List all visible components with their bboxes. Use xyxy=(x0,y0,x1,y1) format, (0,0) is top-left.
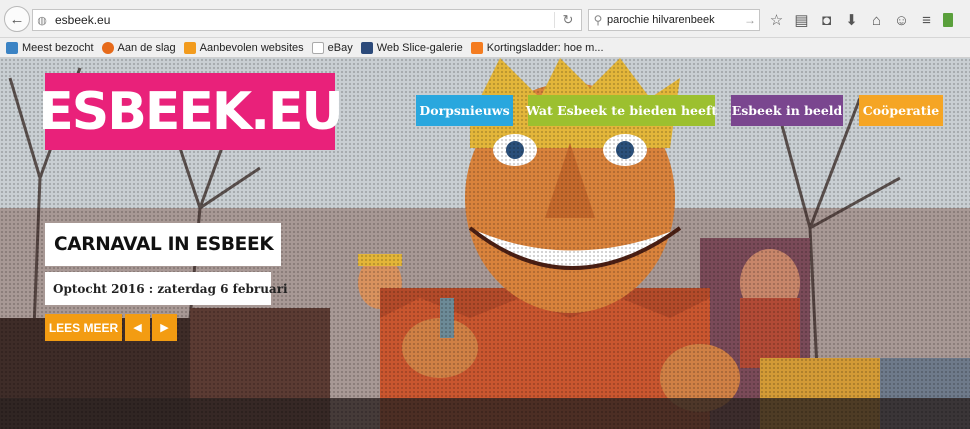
bookmark-item[interactable]: Aanbevolen websites xyxy=(183,41,304,54)
bookmark-label: eBay xyxy=(327,41,353,54)
url-text[interactable]: esbeek.eu xyxy=(51,13,554,27)
reading-list-icon[interactable]: ▤ xyxy=(789,11,814,29)
bookmark-item[interactable]: Web Slice-galerie xyxy=(360,41,463,54)
bookmark-item[interactable]: Kortingsladder: hoe m... xyxy=(470,41,604,54)
logo-text: ESBEEK.EU xyxy=(38,81,343,142)
toolbar-icons: ☆ ▤ ◘ ⬇ ⌂ ☺ ≡ xyxy=(764,9,953,31)
page-icon xyxy=(311,41,324,54)
bookmark-icon xyxy=(470,41,483,54)
url-bar[interactable]: ◍ esbeek.eu ↻ xyxy=(32,9,582,31)
next-slide-button[interactable]: ▶ xyxy=(152,314,177,341)
web-slice-icon xyxy=(360,41,373,54)
nav-esbeek-in-beeld[interactable]: Esbeek in beeld xyxy=(731,95,843,126)
chevron-right-icon: ▶ xyxy=(160,322,169,334)
back-arrow-icon[interactable]: ← xyxy=(4,6,30,32)
slide-title: CARNAVAL IN ESBEEK xyxy=(54,234,274,255)
bookmark-item[interactable]: eBay xyxy=(311,41,353,54)
bookmark-label: Web Slice-galerie xyxy=(376,41,463,54)
slide-title-box: CARNAVAL IN ESBEEK xyxy=(45,223,281,266)
bookmark-label: Aanbevolen websites xyxy=(199,41,304,54)
search-icon: ⚲ xyxy=(593,13,603,27)
search-input[interactable]: parochie hilvarenbeek xyxy=(607,14,741,26)
home-icon[interactable]: ⌂ xyxy=(864,12,889,29)
bookmark-label: Meest bezocht xyxy=(22,41,94,54)
star-icon[interactable]: ☆ xyxy=(764,11,789,29)
bookmark-label: Kortingsladder: hoe m... xyxy=(486,41,604,54)
bookmark-item[interactable]: Aan de slag xyxy=(101,41,176,54)
read-more-button[interactable]: LEES MEER xyxy=(45,314,122,341)
bookmark-item[interactable]: Meest bezocht xyxy=(6,41,94,54)
search-bar[interactable]: ⚲ parochie hilvarenbeek → xyxy=(588,9,760,31)
bookmark-icon xyxy=(183,41,196,54)
extension-icon[interactable] xyxy=(943,13,953,27)
go-arrow-icon[interactable]: → xyxy=(741,13,759,27)
chevron-left-icon: ◀ xyxy=(133,322,142,334)
menu-icon[interactable]: ≡ xyxy=(914,12,939,29)
download-icon[interactable]: ⬇ xyxy=(839,11,864,29)
nav-cooperatie[interactable]: Coöperatie xyxy=(859,95,943,126)
hello-icon[interactable]: ☺ xyxy=(889,12,914,29)
globe-icon: ◍ xyxy=(37,14,47,27)
previous-slide-button[interactable]: ◀ xyxy=(125,314,150,341)
slide-subtitle-box: Optocht 2016 : zaterdag 6 februari xyxy=(45,272,288,305)
browser-navbar: ← ◍ esbeek.eu ↻ ⚲ parochie hilvarenbeek … xyxy=(0,0,970,38)
bookmarks-toolbar: Meest bezocht Aan de slag Aanbevolen web… xyxy=(0,38,970,58)
nav-wat-esbeek-te-bieden-heeft[interactable]: Wat Esbeek te bieden heeft xyxy=(526,95,717,126)
bookmark-label: Aan de slag xyxy=(117,41,176,54)
hero-slider: ESBEEK.EU Dorpsnieuws Wat Esbeek te bied… xyxy=(0,58,970,429)
reload-icon[interactable]: ↻ xyxy=(554,12,581,28)
site-logo[interactable]: ESBEEK.EU xyxy=(38,73,344,150)
firefox-icon xyxy=(101,41,114,54)
nav-dorpsnieuws[interactable]: Dorpsnieuws xyxy=(416,95,513,126)
pocket-icon[interactable]: ◘ xyxy=(814,12,839,29)
slide-subtitle: Optocht 2016 : zaterdag 6 februari xyxy=(53,281,288,296)
bookmark-icon xyxy=(6,41,18,54)
